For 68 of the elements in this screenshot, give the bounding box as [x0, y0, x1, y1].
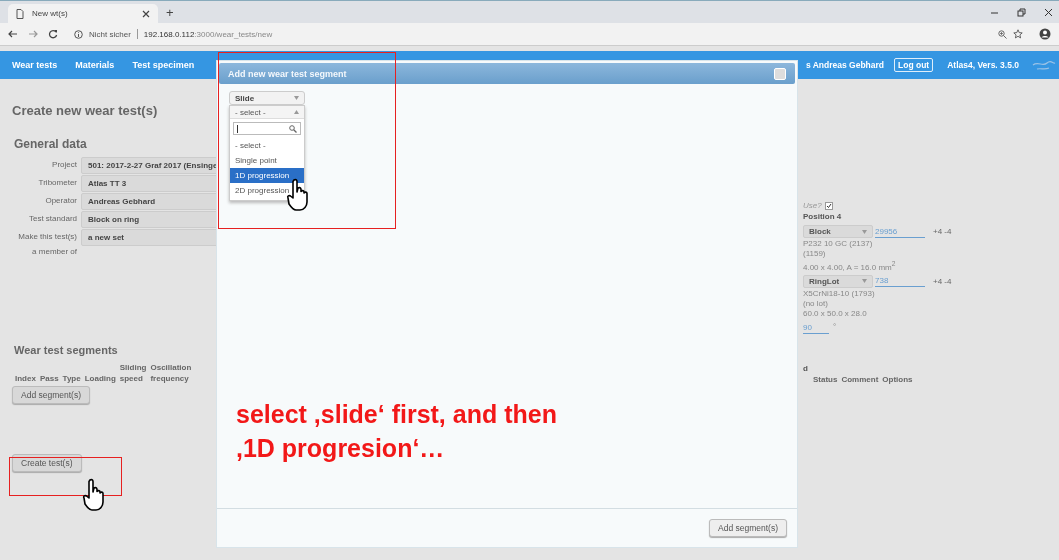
specimen-info: P232 10 GC (2137) [803, 239, 874, 249]
add-segment-button[interactable]: Add segment(s) [12, 386, 90, 404]
caret-icon [294, 110, 299, 114]
create-button[interactable]: Create test(s) [12, 454, 82, 472]
search-field[interactable] [233, 122, 301, 135]
column-header: Status [813, 373, 838, 385]
field-label: Project [51, 159, 77, 171]
select-field[interactable]: RingLot [803, 274, 873, 288]
forward-arrow-icon[interactable] [28, 29, 38, 39]
unit-label: ° [833, 321, 837, 333]
user-name: s Andreas Gebhard [805, 60, 884, 70]
field-label: Make this test(s) a member of [17, 231, 77, 258]
close-icon[interactable] [142, 9, 150, 18]
use-label: Use? [803, 201, 822, 210]
select-field[interactable]: Slide [229, 91, 305, 105]
position-title: Position 4 [803, 212, 843, 221]
nav-link[interactable]: Wear tests [12, 60, 58, 70]
checkbox[interactable] [824, 201, 833, 210]
back-arrow-icon[interactable] [8, 29, 18, 39]
browser-tab[interactable]: New wt(s) [8, 4, 158, 23]
specimen-info: (1159) [803, 249, 827, 259]
column-header: Type [62, 373, 81, 384]
star-icon[interactable] [1013, 29, 1023, 39]
column-header: Comment [841, 373, 879, 385]
dropdown-option[interactable]: Single point [230, 153, 304, 168]
column-header: Options [882, 373, 913, 385]
search-icon [289, 124, 297, 133]
page-title: Create new wear test(s) [12, 103, 158, 118]
reload-icon[interactable] [48, 29, 58, 39]
field-label: Operator [44, 195, 77, 207]
column-header: Pass [39, 373, 59, 384]
restore-icon[interactable] [1017, 7, 1026, 17]
specimen-info: 60.0 x 50.0 x 28.0 [803, 308, 868, 319]
dialog-title: Add new wear test segment [228, 68, 347, 79]
version-label: Atlas4, Vers. 3.5.0 [947, 60, 1019, 70]
caret-icon [294, 96, 299, 100]
annotation-text: ,1D progresion‘… [236, 433, 446, 464]
column-header: Sliding speed [119, 362, 147, 384]
info-icon [74, 29, 83, 39]
dropdown-option[interactable]: - select - [230, 138, 304, 153]
logout-button[interactable]: Log out [894, 58, 934, 72]
specimen-info: X5CrNi18-10 (1793) [803, 288, 876, 299]
zoom-icon[interactable] [998, 29, 1007, 39]
tolerance-label: +4 -4 [933, 227, 952, 236]
account-icon[interactable] [1039, 28, 1051, 40]
caret-icon [862, 279, 867, 284]
specimen-info: 4.00 x 4.00, A = 16.0 mm$^{2}$ [803, 259, 897, 273]
close-icon[interactable] [1044, 7, 1053, 17]
select-field[interactable]: Block [803, 225, 873, 238]
field-label: Tribometer [37, 177, 77, 189]
column-header: Oscillation frequency [150, 362, 192, 384]
select-field[interactable]: - select - [230, 106, 304, 119]
caret-icon [862, 229, 867, 234]
new-tab-button[interactable]: + [166, 5, 174, 20]
column-header: Index [15, 373, 36, 384]
section-heading: Wear test segments [14, 344, 118, 356]
annotation-text: select ,slide‘ first, and then [236, 399, 557, 430]
tolerance-label: +4 -4 [933, 276, 952, 286]
specimen-info: (no lot) [803, 298, 829, 309]
nav-link[interactable]: Test specimen [132, 60, 195, 70]
nav-link[interactable]: Materials [75, 60, 115, 70]
dropdown-option[interactable]: 1D progression [230, 168, 304, 183]
column-header: Loading [84, 373, 116, 384]
section-heading: General data [14, 137, 87, 151]
add-segment-button[interactable]: Add segment(s) [709, 519, 787, 537]
page-icon [16, 8, 24, 19]
field-label: Test standard [27, 213, 77, 225]
column-header: d [803, 363, 809, 373]
